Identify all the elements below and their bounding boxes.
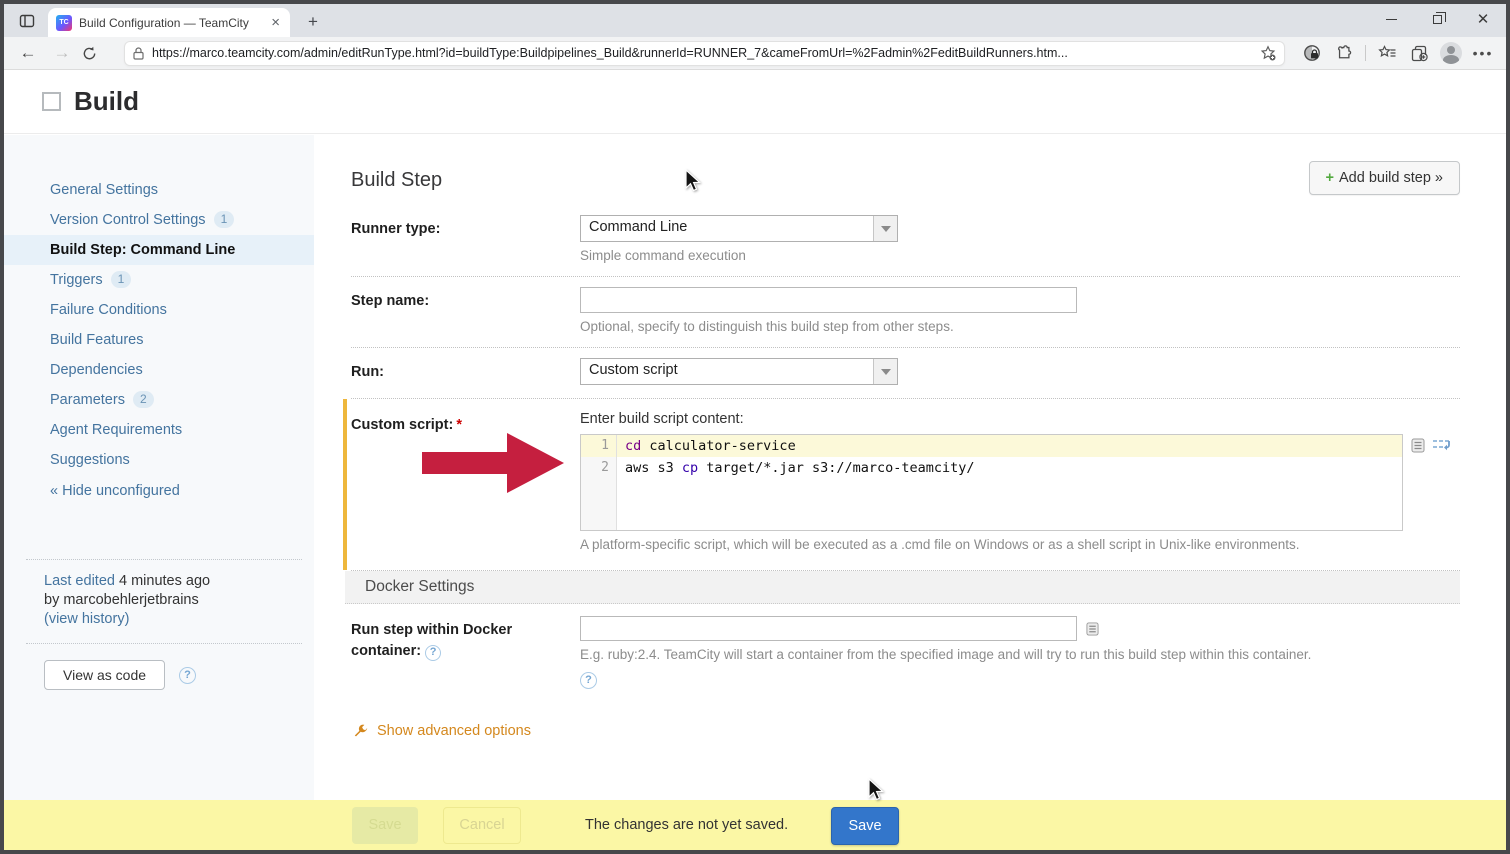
plus-icon: +	[1326, 170, 1334, 186]
show-advanced-options-link[interactable]: Show advanced options	[353, 723, 1506, 739]
chevron-down-icon[interactable]	[873, 216, 897, 241]
count-badge: 1	[214, 211, 235, 228]
refresh-icon[interactable]	[82, 46, 110, 61]
docker-image-input[interactable]	[580, 616, 1077, 641]
last-edited-link[interactable]: Last edited	[44, 573, 115, 589]
toolbar-divider	[1365, 45, 1366, 61]
save-button[interactable]: Save	[831, 807, 899, 845]
minimize-button[interactable]	[1368, 4, 1414, 34]
count-badge: 2	[133, 391, 154, 408]
tab-bar: TC Build Configuration — TeamCity × + ✕	[4, 4, 1506, 37]
sidebar-item-parameters[interactable]: Parameters2	[4, 385, 314, 415]
step-name-note: Optional, specify to distinguish this bu…	[580, 319, 1460, 334]
run-label: Run:	[351, 358, 580, 385]
browser-window: TC Build Configuration — TeamCity × + ✕ …	[0, 0, 1510, 854]
script-prompt: Enter build script content:	[580, 411, 1460, 427]
runner-type-row: Runner type: Command Line Simple command…	[351, 205, 1460, 277]
address-bar[interactable]: https://marco.teamcity.com/admin/editRun…	[124, 41, 1285, 66]
sidebar-item-dependencies[interactable]: Dependencies	[4, 355, 314, 385]
avatar	[1440, 42, 1462, 64]
view-as-code-button[interactable]: View as code	[44, 660, 165, 690]
line-number-gutter: 1 2	[581, 435, 617, 530]
section-title: Build Step	[351, 161, 442, 192]
last-edited-author: by marcobehlerjetbrains	[44, 592, 199, 608]
count-badge: 1	[111, 271, 132, 288]
page-header: Build	[4, 70, 1506, 134]
last-edited-info: Last edited 4 minutes ago by marcobehler…	[4, 560, 314, 629]
lock-icon	[133, 47, 144, 60]
docker-settings-header: Docker Settings	[345, 571, 1460, 604]
runner-type-note: Simple command execution	[580, 248, 1460, 263]
page-title: Build	[74, 86, 139, 117]
disabled-cancel-button: Cancel	[443, 807, 521, 844]
extensions-icon[interactable]	[1331, 45, 1357, 62]
runner-type-select[interactable]: Command Line	[580, 215, 898, 242]
step-name-label: Step name:	[351, 287, 580, 334]
missing-image-icon	[42, 92, 61, 111]
settings-sidebar: General Settings Version Control Setting…	[4, 135, 314, 850]
step-name-row: Step name: Optional, specify to distingu…	[351, 277, 1460, 348]
collections-icon[interactable]	[1406, 45, 1432, 62]
url-text[interactable]: https://marco.teamcity.com/admin/editRun…	[152, 46, 1252, 60]
profile-avatar[interactable]	[1438, 42, 1464, 64]
close-button[interactable]: ✕	[1460, 4, 1506, 34]
forward-icon: →	[48, 43, 76, 63]
browser-tab[interactable]: TC Build Configuration — TeamCity ×	[48, 8, 290, 37]
mouse-cursor	[868, 778, 890, 802]
sidebar-item-failure-conditions[interactable]: Failure Conditions	[4, 295, 314, 325]
disabled-save-button: Save	[352, 807, 418, 844]
sidebar-item-build-step[interactable]: Build Step: Command Line	[4, 235, 314, 265]
favorite-star-icon[interactable]	[1260, 45, 1276, 61]
code-line-2[interactable]: aws s3 cp target/*.jar s3://marco-teamci…	[617, 457, 1402, 479]
restore-button[interactable]	[1414, 4, 1460, 34]
step-name-input[interactable]	[580, 287, 1077, 313]
favorites-bar-icon[interactable]	[1374, 45, 1400, 61]
new-tab-button[interactable]: +	[300, 12, 326, 32]
docker-row: Run step within Docker container: ? E.g.…	[351, 604, 1460, 693]
tab-close-icon[interactable]: ×	[269, 15, 282, 30]
unsaved-changes-message: The changes are not yet saved.	[585, 800, 788, 850]
teamcity-favicon: TC	[56, 15, 72, 31]
run-select[interactable]: Custom script	[580, 358, 898, 385]
annotation-arrow	[420, 428, 566, 498]
sidebar-divider	[26, 643, 302, 644]
docker-note: E.g. ruby:2.4. TeamCity will start a con…	[580, 647, 1460, 662]
sidebar-item-suggestions[interactable]: Suggestions	[4, 445, 314, 475]
code-area[interactable]: cd calculator-service aws s3 cp target/*…	[617, 435, 1402, 530]
wrench-icon	[353, 723, 368, 738]
help-icon[interactable]: ?	[179, 667, 196, 684]
parameters-list-icon[interactable]	[1086, 622, 1099, 636]
unsaved-changes-bar: Save Cancel The changes are not yet save…	[4, 800, 1506, 850]
back-icon[interactable]: ←	[14, 43, 42, 63]
add-build-step-button[interactable]: +Add build step »	[1309, 161, 1460, 195]
sidebar-item-agent-requirements[interactable]: Agent Requirements	[4, 415, 314, 445]
tracking-prevention-icon[interactable]	[1299, 44, 1325, 62]
sidebar-item-version-control[interactable]: Version Control Settings1	[4, 205, 314, 235]
parameters-list-icon[interactable]	[1411, 438, 1425, 453]
page-content: General Settings Version Control Setting…	[4, 135, 1506, 850]
view-history-link[interactable]: (view history)	[44, 611, 129, 627]
chevron-down-icon[interactable]	[873, 359, 897, 384]
tab-actions-icon[interactable]	[10, 7, 44, 35]
runner-type-label: Runner type:	[351, 215, 580, 263]
tab-title: Build Configuration — TeamCity	[79, 16, 262, 30]
sidebar-item-general-settings[interactable]: General Settings	[4, 175, 314, 205]
run-row: Run: Custom script	[351, 348, 1460, 399]
more-menu-icon[interactable]: •••	[1470, 45, 1496, 61]
window-controls: ✕	[1368, 4, 1506, 34]
sidebar-item-build-features[interactable]: Build Features	[4, 325, 314, 355]
docker-label: Run step within Docker container: ?	[351, 616, 580, 689]
browser-toolbar: ← → https://marco.teamcity.com/admin/edi…	[4, 37, 1506, 70]
code-line-1[interactable]: cd calculator-service	[617, 435, 1402, 457]
hide-unconfigured-link[interactable]: « Hide unconfigured	[4, 483, 314, 499]
help-icon[interactable]: ?	[425, 645, 441, 661]
sidebar-item-triggers[interactable]: Triggers1	[4, 265, 314, 295]
script-note: A platform-specific script, which will b…	[580, 537, 1460, 552]
script-code-editor[interactable]: 1 2 cd calculator-service aws s3 cp targ…	[580, 434, 1403, 531]
help-icon[interactable]: ?	[580, 672, 597, 689]
soft-wrap-icon[interactable]	[1432, 438, 1451, 453]
mouse-cursor	[685, 169, 707, 193]
